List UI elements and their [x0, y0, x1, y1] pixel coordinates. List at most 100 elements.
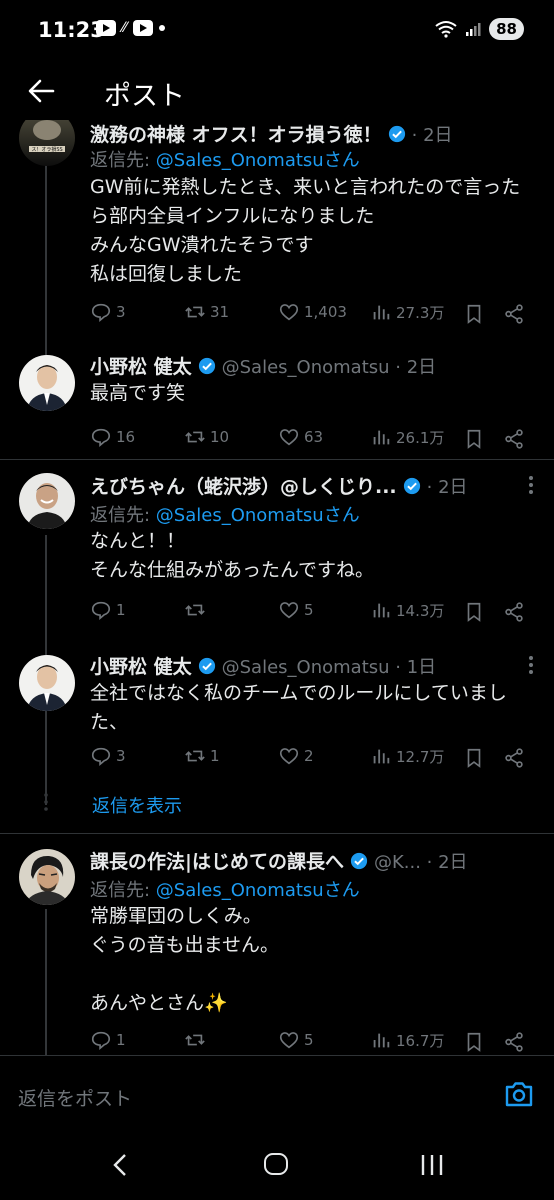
tweet-actions: 3 31 1,403 27.3万 [90, 301, 530, 329]
page-title: ポスト [104, 81, 185, 112]
tweet[interactable]: 小野松 健太 @Sales_Onomatsu · 1日 全社ではなく私のチームで… [0, 625, 554, 790]
reply-count: 16 [116, 428, 136, 446]
bookmark-icon[interactable] [463, 1031, 485, 1053]
nav-home-icon[interactable] [264, 1153, 288, 1175]
tweet[interactable]: ス！オラ損SS 激務の神様 オフス！オラ損う徳！ · 2日 返信先: @Sale… [0, 120, 554, 395]
like-count: 63 [304, 428, 324, 446]
like-count: 5 [304, 1031, 314, 1049]
reply-composer[interactable]: 返信をポスト [0, 1055, 554, 1123]
reply-count: 1 [116, 601, 126, 619]
reply-icon [91, 1031, 111, 1051]
bookmark-icon[interactable] [463, 601, 485, 623]
nav-back-icon[interactable] [112, 1153, 128, 1177]
more-options-icon[interactable] [528, 655, 534, 675]
tweet-actions: 1 5 14.3万 [90, 599, 530, 627]
cell-signal-icon [466, 23, 481, 36]
tweet-header: 激務の神様 オフス！オラ損う徳！ · 2日 [90, 120, 510, 147]
retweet-button[interactable]: 10 [184, 426, 229, 448]
show-replies-link[interactable]: 返信を表示 [92, 792, 182, 818]
reply-icon [91, 428, 111, 448]
avatar[interactable] [19, 355, 75, 411]
like-count: 1,403 [304, 303, 347, 321]
like-button[interactable]: 5 [278, 599, 314, 621]
tweet[interactable]: 小野松 健太 @Sales_Onomatsu · 2日 最高です笑 16 10 … [0, 340, 554, 460]
verified-icon [403, 477, 420, 494]
bookmark-icon[interactable] [463, 303, 485, 325]
avatar[interactable] [19, 473, 75, 529]
verified-icon [388, 125, 405, 142]
retweet-button[interactable] [184, 1029, 210, 1051]
views-button[interactable]: 16.7万 [370, 1029, 444, 1051]
like-button[interactable]: 1,403 [278, 301, 347, 323]
like-button[interactable]: 63 [278, 426, 323, 448]
reply-input[interactable]: 返信をポスト [18, 1084, 132, 1111]
tweet-text: なんと！！ そんな仕組みがあったんですね。 [90, 530, 375, 581]
more-options-icon[interactable] [528, 475, 534, 495]
retweet-button[interactable]: 1 [184, 745, 220, 767]
avatar[interactable]: ス！オラ損SS [19, 120, 75, 166]
like-icon [279, 304, 299, 321]
reply-button[interactable]: 3 [90, 745, 126, 767]
tweet-text: 全社ではなく私のチームでのルールにしていました、 [90, 682, 507, 733]
reply-mention-link[interactable]: @Sales_Onomatsuさん [156, 505, 360, 526]
display-name[interactable]: 小野松 健太 [90, 352, 192, 379]
retweet-button[interactable]: 31 [184, 301, 229, 323]
thread-line [45, 909, 47, 1055]
back-arrow-icon[interactable] [26, 76, 56, 106]
bookmark-icon[interactable] [463, 747, 485, 769]
like-icon [279, 602, 299, 619]
display-name[interactable]: 激務の神様 オフス！オラ損う徳！ [90, 120, 382, 147]
status-time: 11:23 [38, 18, 105, 42]
tweet-header: 課長の作法|はじめての課長へ @K... · 2日 [90, 847, 510, 874]
tweet[interactable]: 課長の作法|はじめての課長へ @K... · 2日 返信先: @Sales_On… [0, 834, 554, 1055]
battery-indicator: 88 [489, 18, 524, 40]
camera-icon[interactable] [504, 1080, 534, 1108]
svg-text:ス！オラ損SS: ス！オラ損SS [31, 146, 62, 153]
reply-count: 3 [116, 303, 126, 321]
views-icon [373, 749, 390, 764]
share-icon[interactable] [503, 1031, 525, 1053]
status-notification-icons: ⁄⁄ [96, 20, 165, 36]
view-count: 12.7万 [396, 747, 445, 766]
avatar[interactable] [19, 849, 75, 905]
reply-count: 3 [116, 747, 126, 765]
reply-button[interactable]: 16 [90, 426, 135, 448]
retweet-button[interactable] [184, 599, 210, 621]
views-button[interactable]: 27.3万 [370, 301, 444, 323]
share-icon[interactable] [503, 428, 525, 450]
tweet-header: 小野松 健太 @Sales_Onomatsu · 1日 [90, 652, 510, 679]
share-icon[interactable] [503, 303, 525, 325]
retweet-icon [185, 750, 205, 762]
handle-and-time: @Sales_Onomatsu · 1日 [221, 656, 437, 678]
reply-button[interactable]: 1 [90, 599, 126, 621]
reply-feed: ス！オラ損SS 激務の神様 オフス！オラ損う徳！ · 2日 返信先: @Sale… [0, 120, 554, 1055]
reply-mention-link[interactable]: @Sales_Onomatsuさん [156, 150, 360, 171]
like-button[interactable]: 2 [278, 745, 314, 767]
avatar[interactable] [19, 655, 75, 711]
display-name[interactable]: 課長の作法|はじめての課長へ [90, 847, 344, 874]
views-button[interactable]: 12.7万 [370, 745, 444, 767]
share-icon[interactable] [503, 747, 525, 769]
views-icon [373, 430, 390, 445]
display-name[interactable]: えびちゃん（蛯沢渉）@しくじり... [90, 472, 397, 499]
views-icon [373, 603, 390, 618]
like-icon [279, 429, 299, 446]
tweet-time: · 2日 [426, 476, 468, 498]
reply-mention-link[interactable]: @Sales_Onomatsuさん [156, 880, 360, 901]
reply-button[interactable]: 1 [90, 1029, 126, 1051]
reply-icon [91, 747, 111, 767]
like-button[interactable]: 5 [278, 1029, 314, 1051]
views-button[interactable]: 14.3万 [370, 599, 444, 621]
display-name[interactable]: 小野松 健太 [90, 652, 192, 679]
wifi-icon [435, 21, 457, 38]
views-button[interactable]: 26.1万 [370, 426, 444, 448]
view-count: 27.3万 [396, 303, 445, 322]
like-icon [279, 748, 299, 765]
retweet-icon [185, 431, 205, 443]
bookmark-icon[interactable] [463, 428, 485, 450]
share-icon[interactable] [503, 601, 525, 623]
tweet[interactable]: えびちゃん（蛯沢渉）@しくじり... · 2日 返信先: @Sales_Onom… [0, 460, 554, 805]
signal-off-icon: ⁄⁄ [122, 20, 127, 36]
reply-button[interactable]: 3 [90, 301, 126, 323]
nav-recents-icon[interactable] [420, 1154, 444, 1176]
